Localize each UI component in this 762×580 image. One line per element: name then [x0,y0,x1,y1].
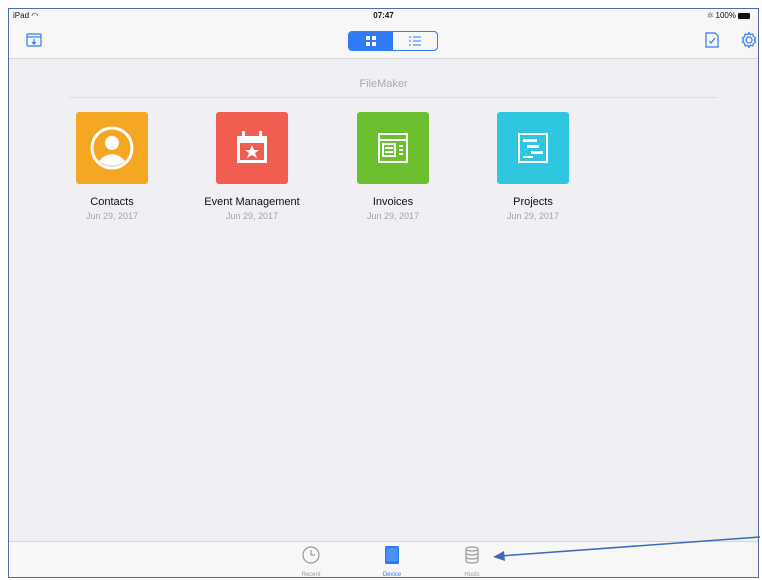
list-icon [409,36,421,46]
file-date: Jun 29, 2017 [366,211,420,221]
settings-gear-icon[interactable] [740,31,758,49]
battery-label: 100% [715,11,736,20]
tab-recent[interactable]: Recent [286,545,336,578]
document-check-icon[interactable] [703,31,721,49]
view-mode-toggle [348,31,438,51]
file-item-contacts[interactable]: Contacts Jun 29, 2017 [56,112,168,221]
file-name: Projects [513,196,553,208]
nav-bar [9,23,758,59]
contacts-icon [76,112,148,184]
gantt-icon [497,112,569,184]
invoice-icon [357,112,429,184]
tab-bar: Recent Device Hosts [9,541,758,577]
file-date: Jun 29, 2017 [506,211,560,221]
file-name: Invoices [372,196,414,208]
bluetooth-icon: ✲ [706,11,714,20]
clock-icon [302,546,320,564]
file-item-projects[interactable]: Projects Jun 29, 2017 [477,112,589,221]
tab-label: Recent [301,572,321,578]
status-battery: ✲ 100% [707,11,750,20]
file-item-event-management[interactable]: Event Management Jun 29, 2017 [196,112,308,221]
grid-view-button[interactable] [349,32,393,50]
battery-icon [738,12,750,19]
section-divider [69,97,718,98]
tab-hosts[interactable]: Hosts [447,545,497,578]
file-name: Event Management [204,196,300,208]
file-date: Jun 29, 2017 [225,211,279,221]
app-window: iPad ◠ 07:47 ✲ 100% FileMaker Contacts J… [8,8,759,578]
status-time: 07:47 [373,11,394,20]
status-bar: iPad ◠ 07:47 ✲ 100% [9,9,758,23]
tab-label: Hosts [464,572,480,578]
list-view-button[interactable] [393,32,437,50]
ipad-icon [385,546,399,564]
file-date: Jun 29, 2017 [85,211,139,221]
file-item-invoices[interactable]: Invoices Jun 29, 2017 [337,112,449,221]
tab-label: Device [382,572,402,578]
grid-icon [366,36,376,46]
file-name: Contacts [90,196,134,208]
database-icon [465,546,479,564]
tab-device[interactable]: Device [367,545,417,578]
import-file-icon[interactable] [25,31,43,49]
section-title: FileMaker [359,78,408,90]
calendar-star-icon [216,112,288,184]
